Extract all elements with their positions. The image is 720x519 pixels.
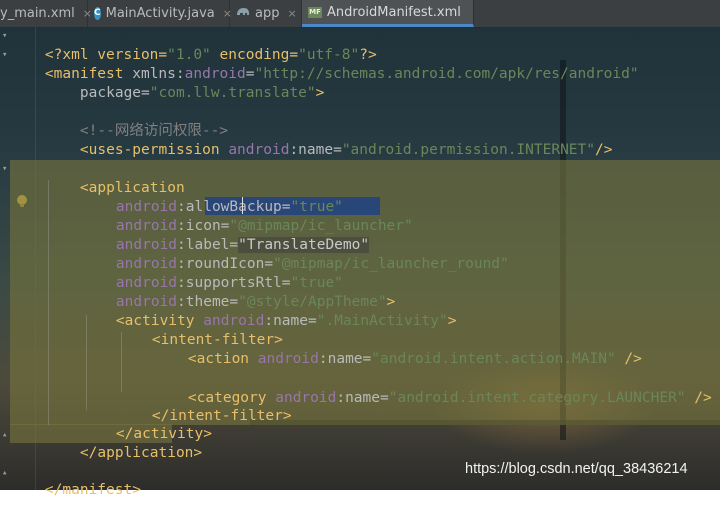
tag: />: [685, 390, 712, 406]
tag: </application>: [79, 445, 203, 461]
editor-tab-bar: y_main.xml × C MainActivity.java × app ×…: [0, 0, 720, 28]
code-line: <application: [45, 160, 185, 196]
tag: >: [447, 313, 457, 329]
code-line: android:theme="@style/AppTheme">: [81, 274, 395, 310]
code-line: <manifest xmlns:android="http://schemas.…: [10, 46, 639, 82]
code-line: <!--网络访问权限-->: [45, 103, 228, 139]
code-line: android:icon="@mipmap/ic_launcher": [81, 198, 413, 234]
fold-marker-icon[interactable]: ▴: [2, 468, 7, 478]
code-line: <category android:name="android.intent.c…: [153, 370, 712, 406]
gradle-elephant-icon: [236, 6, 250, 21]
fold-marker-icon[interactable]: ▾: [2, 164, 7, 174]
tab-label: y_main.xml: [0, 6, 75, 21]
tab-label: MainActivity.java: [105, 6, 215, 21]
code-line: <action android:name="android.intent.act…: [153, 331, 642, 367]
code-line: android:label="TranslateDemo": [81, 217, 370, 253]
attr-name: package=: [79, 85, 150, 101]
attr-name: :name=: [289, 142, 342, 158]
namespace: android: [228, 142, 290, 158]
text-caret: [242, 197, 243, 214]
attr-value: "com.llw.translate": [149, 85, 316, 101]
java-class-icon: C: [94, 7, 101, 20]
tag: >: [315, 85, 325, 101]
tag: <action: [187, 351, 258, 367]
code-line: package="com.llw.translate">: [45, 65, 324, 101]
manifest-file-icon: MF: [308, 6, 322, 18]
code-line: <intent-filter>: [117, 312, 283, 348]
tag: <uses-permission: [79, 142, 229, 158]
tab-activity-main-xml[interactable]: y_main.xml ×: [0, 0, 92, 27]
code-line: </activity>: [81, 406, 212, 442]
attr-value: "android.intent.category.LAUNCHER": [388, 390, 686, 406]
code-line: </manifest>: [10, 462, 141, 498]
code-line: </intent-filter>: [117, 388, 292, 424]
code-line: android:roundIcon="@mipmap/ic_launcher_r…: [81, 236, 509, 272]
code-line: <activity android:name=".MainActivity">: [81, 293, 457, 329]
tab-android-manifest-xml[interactable]: MF AndroidManifest.xml: [302, 0, 474, 27]
fold-marker-icon[interactable]: ▾: [2, 50, 7, 60]
attr-name: :name=: [318, 351, 372, 367]
tag: </manifest>: [44, 482, 141, 498]
fold-marker-icon[interactable]: ▴: [2, 430, 7, 440]
code-line: <uses-permission android:name="android.p…: [45, 122, 613, 158]
attr-value: "android.permission.INTERNET": [341, 142, 595, 158]
code-line: </application>: [45, 425, 202, 461]
code-line: android:supportsRtl="true": [81, 255, 343, 291]
tag: />: [595, 142, 613, 158]
attr-value: "android.intent.action.MAIN": [371, 351, 616, 367]
tag: />: [615, 351, 642, 367]
attr-value: ".MainActivity": [316, 313, 448, 329]
attr-name: :name=: [336, 390, 389, 406]
watermark-text: https://blog.csdn.net/qq_38436214: [465, 461, 688, 477]
close-icon[interactable]: ×: [287, 7, 296, 20]
tab-label: AndroidManifest.xml: [327, 4, 461, 20]
tab-app-gradle[interactable]: app ×: [230, 0, 302, 27]
code-line: android:allowBackup="true": [81, 179, 343, 215]
namespace: android: [257, 351, 319, 367]
tab-main-activity-java[interactable]: C MainActivity.java ×: [88, 0, 232, 27]
tab-label: app: [255, 6, 280, 21]
code-line: <?xml version="1.0" encoding="utf-8"?>: [10, 27, 377, 63]
fold-marker-icon[interactable]: ▾: [2, 31, 7, 41]
